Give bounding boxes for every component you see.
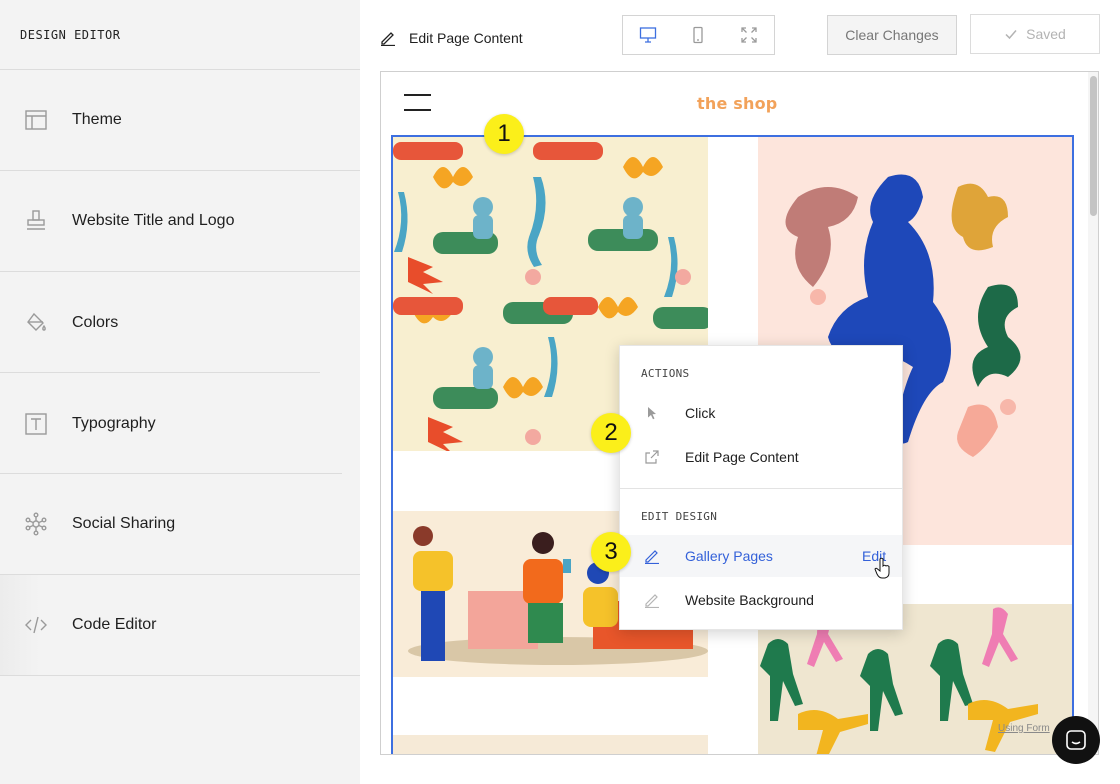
clear-changes-button[interactable]: Clear Changes bbox=[827, 15, 957, 55]
menu-item-label: Edit Page Content bbox=[685, 449, 799, 465]
mobile-view-button[interactable] bbox=[673, 16, 723, 54]
sidebar-item-theme[interactable]: Theme bbox=[0, 70, 360, 171]
preview-scrollbar-thumb[interactable] bbox=[1090, 76, 1097, 216]
sidebar-item-label: Code Editor bbox=[72, 616, 157, 633]
menu-divider bbox=[620, 488, 902, 489]
sidebar-item-label: Typography bbox=[72, 414, 156, 432]
checkmark-icon bbox=[1005, 30, 1017, 40]
pencil-icon bbox=[644, 548, 660, 564]
pointer-icon bbox=[644, 405, 660, 421]
text-box-icon bbox=[24, 412, 48, 436]
menu-item-edit-page-content[interactable]: Edit Page Content bbox=[620, 436, 902, 478]
menu-item-label: Click bbox=[685, 405, 716, 421]
paint-bucket-icon bbox=[24, 311, 48, 335]
chat-icon bbox=[1066, 730, 1086, 750]
step-badge-2: 2 bbox=[591, 413, 631, 453]
edit-design-heading: EDIT DESIGN bbox=[641, 510, 718, 523]
sidebar-item-label: Theme bbox=[72, 111, 122, 128]
sidebar-item-code-editor[interactable]: Code Editor bbox=[0, 575, 360, 676]
chat-support-button[interactable] bbox=[1052, 716, 1100, 764]
layout-icon bbox=[24, 108, 48, 132]
sidebar-header: DESIGN EDITOR bbox=[0, 0, 360, 70]
sidebar-item-colors[interactable]: Colors bbox=[0, 272, 360, 373]
desktop-icon bbox=[640, 27, 657, 43]
sidebar-item-website-title-logo[interactable]: Website Title and Logo bbox=[0, 171, 360, 272]
hand-cursor-icon bbox=[874, 557, 890, 579]
menu-item-label: Website Background bbox=[685, 592, 814, 608]
sidebar-item-label: Social Sharing bbox=[72, 515, 176, 532]
menu-item-label: Gallery Pages bbox=[685, 548, 773, 564]
step-badge-3: 3 bbox=[591, 532, 631, 572]
step-badge-1: 1 bbox=[484, 114, 524, 154]
form-caption-link[interactable]: Using Form bbox=[998, 723, 1050, 734]
hamburger-menu-icon[interactable] bbox=[404, 94, 431, 111]
pencil-icon bbox=[644, 592, 660, 608]
pencil-icon bbox=[381, 32, 395, 46]
network-icon bbox=[24, 512, 48, 536]
gallery-image-next-row[interactable] bbox=[393, 735, 708, 754]
sidebar-item-label: Colors bbox=[72, 313, 119, 331]
sidebar-item-typography[interactable]: Typography bbox=[0, 373, 360, 474]
design-editor-sidebar: DESIGN EDITOR Theme Website Title and Lo… bbox=[0, 0, 360, 784]
sidebar-item-social-sharing[interactable]: Social Sharing bbox=[0, 474, 360, 575]
fullscreen-view-button[interactable] bbox=[724, 16, 774, 54]
external-link-icon bbox=[644, 449, 660, 465]
device-toggle bbox=[622, 15, 775, 55]
editor-mode-label: Edit Page Content bbox=[409, 30, 523, 46]
saved-button[interactable]: Saved bbox=[970, 14, 1100, 54]
editor-mode-title: Edit Page Content bbox=[380, 28, 523, 48]
sidebar-title: DESIGN EDITOR bbox=[20, 28, 121, 42]
desktop-view-button[interactable] bbox=[623, 16, 673, 54]
menu-item-website-background[interactable]: Website Background bbox=[620, 579, 902, 621]
context-menu: ACTIONS Click Edit Page Content EDIT DES… bbox=[619, 345, 903, 630]
stamp-icon bbox=[24, 209, 48, 233]
menu-item-gallery-pages[interactable]: Gallery Pages Edit bbox=[620, 535, 902, 577]
site-logo[interactable]: the shop bbox=[697, 94, 777, 113]
actions-heading: ACTIONS bbox=[641, 367, 690, 380]
menu-item-click[interactable]: Click bbox=[620, 392, 902, 434]
mobile-icon bbox=[693, 26, 704, 44]
saved-label: Saved bbox=[1026, 26, 1066, 42]
sidebar-item-label: Website Title and Logo bbox=[72, 212, 235, 229]
fullscreen-icon bbox=[741, 27, 757, 43]
code-icon bbox=[24, 613, 48, 637]
